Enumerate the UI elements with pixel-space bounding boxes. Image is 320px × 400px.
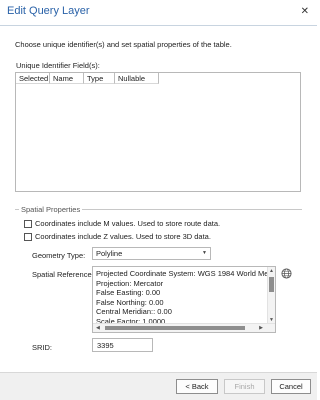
chevron-down-icon: ▼ [202, 250, 207, 256]
m-values-checkbox[interactable] [24, 219, 32, 228]
cancel-button[interactable]: Cancel [271, 379, 311, 394]
spatial-reference-text: Projected Coordinate System: WGS 1984 Wo… [96, 269, 268, 326]
sr-line: Central Meridian:: 0.00 [96, 307, 172, 316]
z-values-checkbox[interactable] [24, 232, 32, 241]
m-values-row: Coordinates include M values. Used to st… [24, 219, 220, 228]
geometry-type-value: Polyline [96, 249, 123, 258]
horizontal-scrollbar[interactable]: ◀ ▶ [93, 323, 275, 332]
globe-icon[interactable] [281, 268, 292, 279]
z-values-row: Coordinates include Z values. Used to st… [24, 232, 211, 241]
sr-line: False Northing: 0.00 [96, 297, 164, 307]
scroll-up-icon[interactable]: ▲ [268, 268, 275, 274]
unique-id-label: Unique Identifier Field(s): [16, 61, 100, 70]
sr-line: Projected Coordinate System: WGS 1984 Wo… [96, 269, 268, 278]
srid-label: SRID: [32, 343, 53, 352]
spatial-properties-legend: Spatial Properties [19, 205, 83, 214]
finish-button[interactable]: Finish [224, 379, 265, 394]
column-header-name[interactable]: Name [50, 73, 84, 84]
back-button[interactable]: < Back [176, 379, 218, 394]
footer-bar [0, 372, 317, 400]
spatial-reference-box[interactable]: Projected Coordinate System: WGS 1984 Wo… [92, 266, 276, 333]
vertical-scroll-thumb[interactable] [269, 277, 274, 292]
column-header-nullable[interactable]: Nullable [115, 73, 159, 84]
scroll-left-icon[interactable]: ◀ [96, 324, 100, 332]
geometry-type-select[interactable]: Polyline ▼ [92, 247, 211, 260]
srid-input[interactable] [92, 338, 153, 352]
unique-id-table-header: Selected Name Type Nullable [16, 73, 300, 84]
sr-line: Projection: Mercator [96, 278, 164, 288]
z-values-label[interactable]: Coordinates include Z values. Used to st… [35, 232, 211, 241]
spatial-reference-label: Spatial Reference: [32, 270, 94, 279]
unique-id-table[interactable]: Selected Name Type Nullable [15, 72, 301, 192]
instruction-text: Choose unique identifier(s) and set spat… [15, 40, 232, 49]
column-header-type[interactable]: Type [84, 73, 115, 84]
edit-query-layer-dialog: Edit Query Layer ✕ Choose unique identif… [0, 0, 317, 400]
scroll-right-icon[interactable]: ▶ [259, 324, 263, 332]
m-values-label[interactable]: Coordinates include M values. Used to st… [35, 219, 220, 228]
vertical-scrollbar[interactable]: ▲ ▼ [267, 267, 275, 324]
title-bar: Edit Query Layer ✕ [0, 0, 317, 26]
horizontal-scroll-thumb[interactable] [105, 326, 245, 330]
column-header-selected[interactable]: Selected [16, 73, 50, 84]
dialog-title: Edit Query Layer [7, 5, 90, 17]
sr-line: False Easting: 0.00 [96, 288, 161, 297]
geometry-type-label: Geometry Type: [32, 251, 86, 260]
close-icon[interactable]: ✕ [301, 6, 309, 17]
